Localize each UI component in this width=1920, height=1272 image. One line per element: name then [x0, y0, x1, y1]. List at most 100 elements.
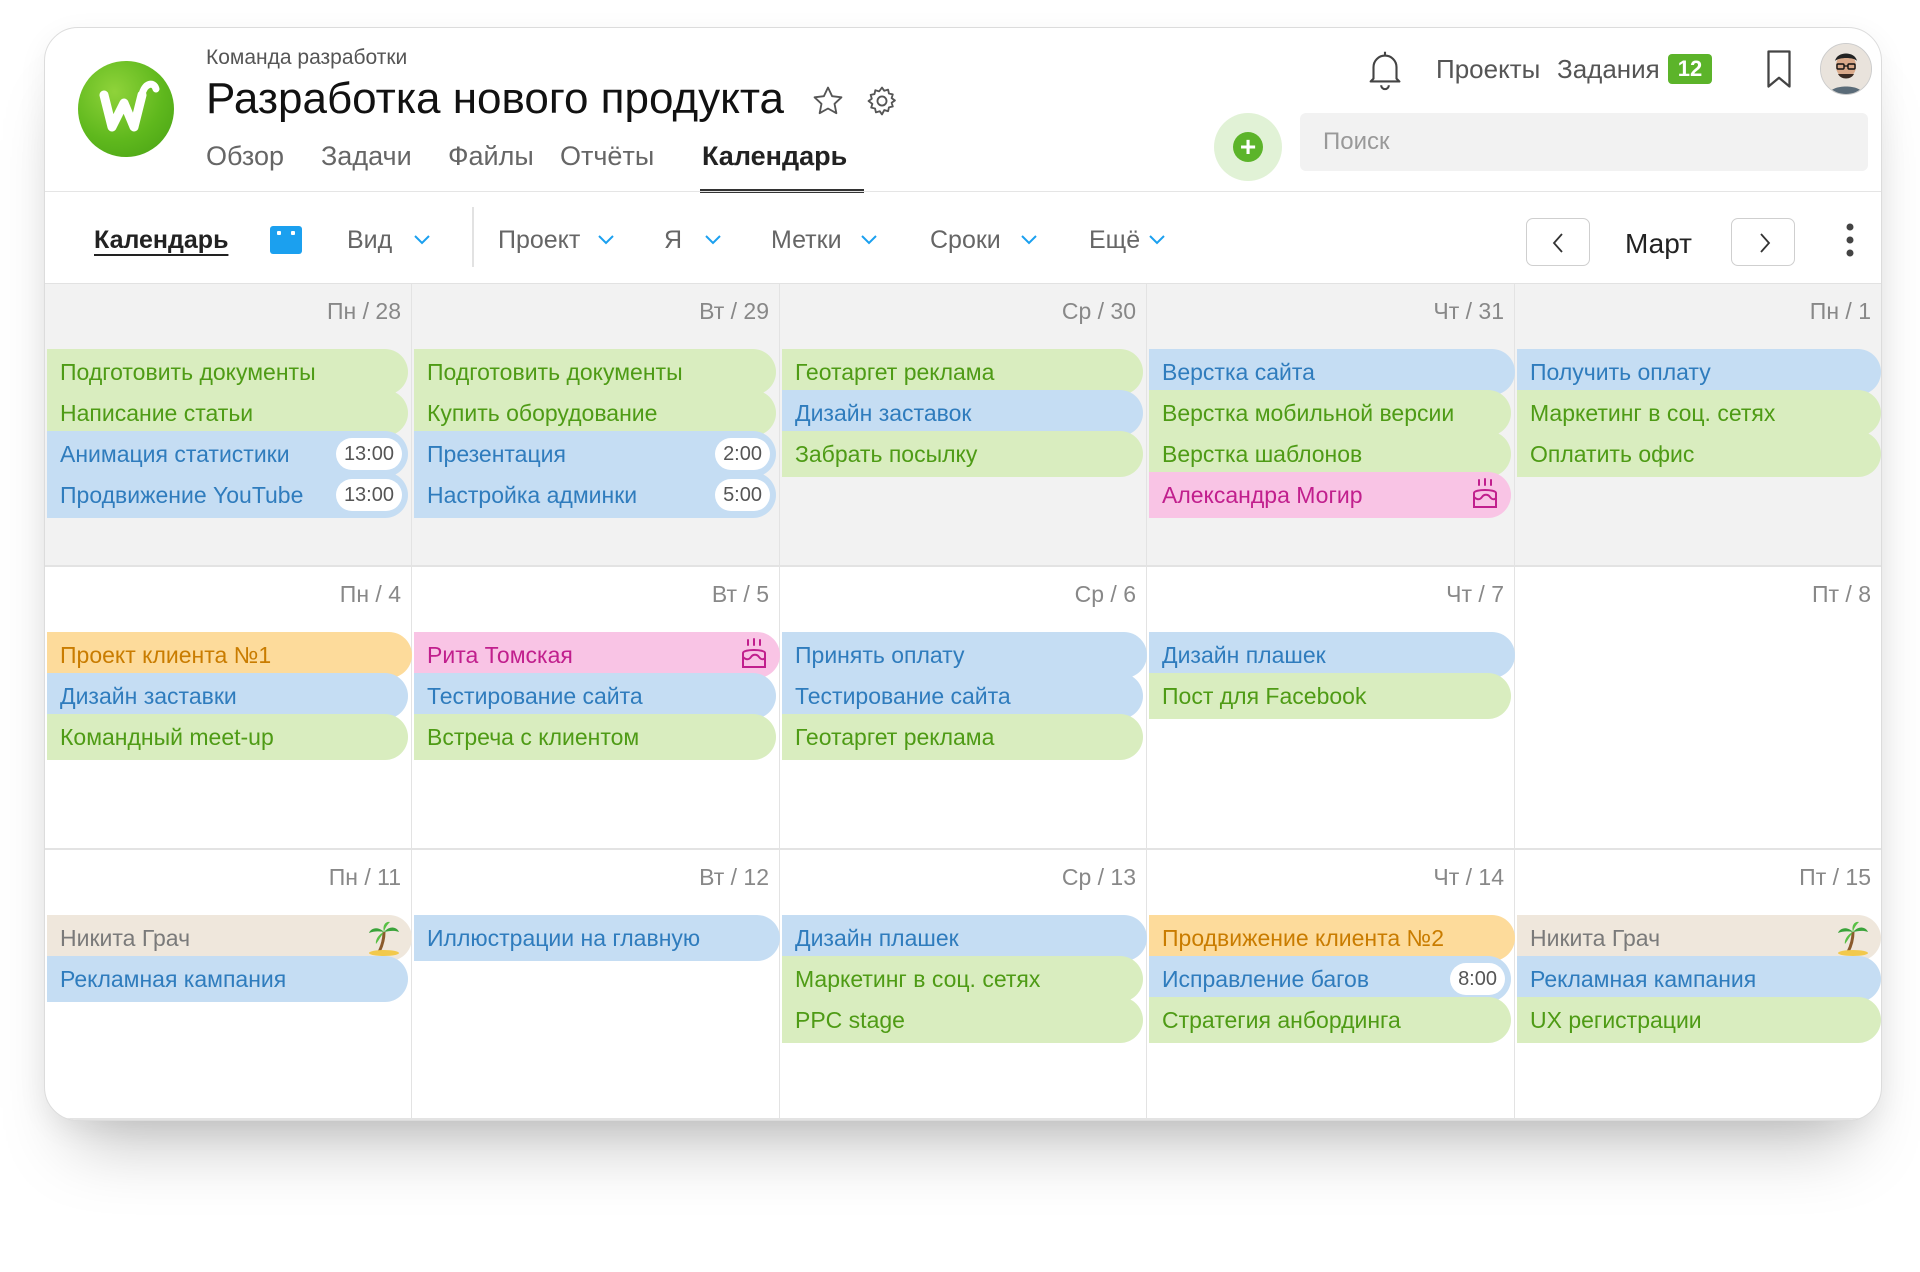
filter-more[interactable]: Ещё: [1089, 226, 1140, 255]
chevron-down-icon[interactable]: [704, 234, 722, 246]
calendar-event[interactable]: PPC stage: [782, 997, 1143, 1043]
calendar-event[interactable]: Рекламная кампания: [47, 956, 408, 1002]
calendar-event[interactable]: Встреча с клиентом: [414, 714, 776, 760]
calendar-event[interactable]: Принять оплату: [782, 632, 1147, 678]
tab-tasks[interactable]: Задачи: [321, 141, 412, 172]
calendar-event[interactable]: Верстка сайта: [1149, 349, 1515, 395]
tab-reports[interactable]: Отчёты: [560, 141, 654, 172]
day-label: Вт / 5: [711, 581, 769, 607]
calendar-event[interactable]: Тестирование сайта: [414, 673, 776, 719]
filter-tags[interactable]: Метки: [771, 226, 842, 255]
filter-view[interactable]: Вид: [347, 226, 392, 255]
calendar-event[interactable]: Продвижение YouTube 13:00: [47, 472, 408, 518]
nav-tasks-link[interactable]: Задания: [1557, 54, 1660, 85]
calendar-view-label[interactable]: Календарь: [94, 226, 228, 255]
calendar-event[interactable]: Геотаргет реклама: [782, 714, 1143, 760]
user-avatar[interactable]: [1820, 43, 1872, 95]
calendar-event[interactable]: Геотаргет реклама: [782, 349, 1143, 395]
calendar-event[interactable]: Настройка админки 5:00: [414, 472, 776, 518]
day-label: Пн / 1: [1809, 298, 1871, 324]
filter-dates[interactable]: Сроки: [930, 226, 1001, 255]
event-title: Забрать посылку: [795, 441, 978, 467]
app-logo[interactable]: [78, 61, 174, 157]
chevron-down-icon[interactable]: [597, 234, 615, 246]
calendar-event[interactable]: Маркетинг в соц. сетях: [1517, 390, 1881, 436]
calendar-event[interactable]: Верстка шаблонов: [1149, 431, 1511, 477]
tab-overview[interactable]: Обзор: [206, 141, 284, 172]
calendar-event[interactable]: Написание статьи: [47, 390, 408, 436]
previous-month-button[interactable]: [1526, 218, 1590, 266]
calendar-event[interactable]: Никита Грач: [1517, 915, 1881, 961]
add-button[interactable]: +: [1214, 113, 1282, 181]
calendar-day-cell[interactable]: Пн / 11 Никита Грач Рекламная кампания: [45, 850, 412, 1120]
calendar-day-cell[interactable]: Пн / 28 Подготовить документы Написание ст…: [45, 284, 412, 567]
tab-files[interactable]: Файлы: [448, 141, 534, 172]
calendar-event[interactable]: Дизайн заставок: [782, 390, 1143, 436]
calendar-day-cell[interactable]: Пт / 8: [1515, 567, 1881, 850]
calendar-event[interactable]: Дизайн плашек: [1149, 632, 1515, 678]
calendar-event[interactable]: UX регистрации: [1517, 997, 1881, 1043]
calendar-day-cell[interactable]: Ср / 30 Геотаргет реклама Дизайн заставок З…: [780, 284, 1147, 567]
calendar-day-cell[interactable]: Пн / 1 Получить оплату Маркетинг в соц. се…: [1515, 284, 1881, 567]
calendar-event[interactable]: Никита Грач: [47, 915, 412, 961]
calendar-event[interactable]: Получить оплату: [1517, 349, 1881, 395]
filter-project[interactable]: Проект: [498, 226, 580, 255]
calendar-event[interactable]: Александра Могир: [1149, 472, 1511, 518]
calendar-event[interactable]: Командный meet-up: [47, 714, 408, 760]
event-title: Иллюстрации на главную: [427, 925, 701, 951]
calendar-day-cell[interactable]: Вт / 12 Иллюстрации на главную: [412, 850, 780, 1120]
more-options-icon[interactable]: [1845, 222, 1855, 258]
event-title: Оплатить офис: [1530, 441, 1695, 467]
calendar-event[interactable]: Рекламная кампания: [1517, 956, 1881, 1002]
calendar-event[interactable]: Продвижение клиента №2: [1149, 915, 1515, 961]
tab-calendar[interactable]: Календарь: [702, 141, 847, 172]
gear-icon[interactable]: [865, 84, 899, 118]
calendar-event[interactable]: Тестирование сайта: [782, 673, 1143, 719]
chevron-down-icon[interactable]: [860, 234, 878, 246]
chevron-down-icon[interactable]: [1020, 234, 1038, 246]
calendar-event[interactable]: Верстка мобильной версии: [1149, 390, 1511, 436]
bell-icon[interactable]: [1362, 46, 1408, 92]
star-icon[interactable]: [811, 84, 845, 118]
calendar-event[interactable]: Забрать посылку: [782, 431, 1143, 477]
calendar-day-cell[interactable]: Чт / 31 Верстка сайта Верстка мобильной ве…: [1147, 284, 1515, 567]
calendar-day-cell[interactable]: Ср / 6 Принять оплату Тестирование сайта Ге…: [780, 567, 1147, 850]
calendar-event[interactable]: Подготовить документы: [47, 349, 408, 395]
next-month-button[interactable]: [1731, 218, 1795, 266]
event-time-badge: 13:00: [335, 479, 402, 511]
user-avatar-icon: [1821, 44, 1871, 94]
event-title: Маркетинг в соц. сетях: [795, 966, 1041, 992]
calendar-event[interactable]: Проект клиента №1: [47, 632, 412, 678]
calendar-event[interactable]: Стратегия анбординга: [1149, 997, 1511, 1043]
calendar-day-cell[interactable]: Чт / 7 Дизайн плашек Пост для Facebook: [1147, 567, 1515, 850]
calendar-event[interactable]: Иллюстрации на главную: [414, 915, 780, 961]
calendar-day-cell[interactable]: Ср / 13 Дизайн плашек Маркетинг в соц. сет…: [780, 850, 1147, 1120]
calendar-day-cell[interactable]: Вт / 29 Подготовить документы Купить обору…: [412, 284, 780, 567]
calendar-event[interactable]: Купить оборудование: [414, 390, 776, 436]
calendar-event[interactable]: Дизайн заставки: [47, 673, 408, 719]
chevron-down-icon[interactable]: [1148, 234, 1166, 246]
day-label: Пт / 8: [1811, 581, 1871, 607]
calendar-event[interactable]: Дизайн плашек: [782, 915, 1147, 961]
calendar-day-cell[interactable]: Вт / 5 Рита Томская Тестирование сайта Встр…: [412, 567, 780, 850]
calendar-icon[interactable]: [270, 226, 302, 254]
calendar-day-cell[interactable]: Чт / 14 Продвижение клиента №2 Исправление…: [1147, 850, 1515, 1120]
calendar-day-cell[interactable]: Пт / 15 Никита Грач Рекламная кампания UX р…: [1515, 850, 1881, 1120]
bookmark-icon[interactable]: [1762, 48, 1796, 90]
calendar-event[interactable]: Презентация 2:00: [414, 431, 776, 477]
calendar-event[interactable]: Оплатить офис: [1517, 431, 1881, 477]
calendar-day-cell[interactable]: Пн / 4 Проект клиента №1 Дизайн заставки Ко…: [45, 567, 412, 850]
team-name[interactable]: Команда разработки: [206, 46, 407, 70]
calendar-event[interactable]: Подготовить документы: [414, 349, 776, 395]
app-window: Команда разработки Разработка нового про…: [44, 27, 1882, 1121]
filter-me[interactable]: Я: [664, 226, 682, 255]
search-input[interactable]: [1300, 113, 1868, 171]
calendar-event[interactable]: Анимация статистики 13:00: [47, 431, 408, 477]
nav-projects-link[interactable]: Проекты: [1436, 54, 1540, 85]
calendar-event[interactable]: Исправление багов 8:00: [1149, 956, 1511, 1002]
calendar-event[interactable]: Маркетинг в соц. сетях: [782, 956, 1143, 1002]
calendar-event[interactable]: Рита Томская: [414, 632, 780, 678]
chevron-right-icon: [1760, 233, 1771, 253]
calendar-event[interactable]: Пост для Facebook: [1149, 673, 1511, 719]
chevron-down-icon[interactable]: [413, 234, 431, 246]
